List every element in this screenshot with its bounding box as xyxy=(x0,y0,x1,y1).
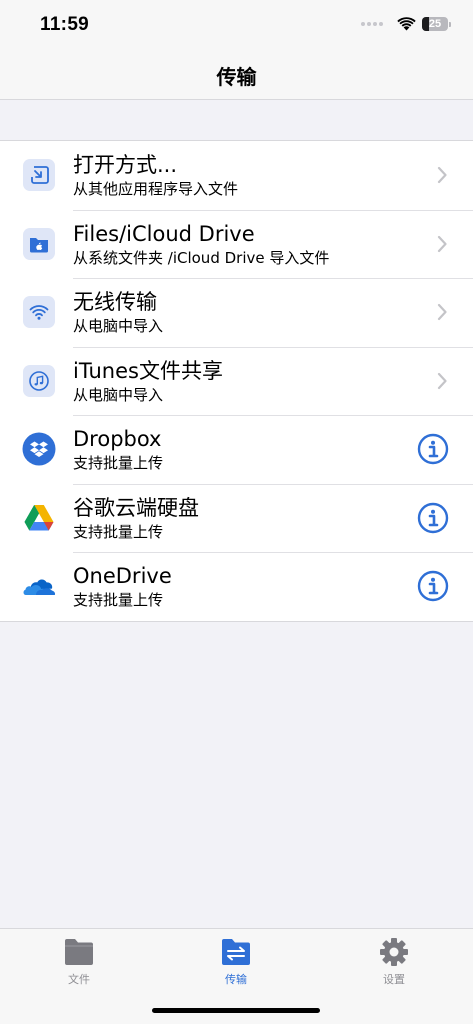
row-subtitle: 支持批量上传 xyxy=(73,454,164,472)
row-title: iTunes文件共享 xyxy=(73,358,223,383)
transfer-icon xyxy=(222,939,250,965)
row-subtitle: 从电脑中导入 xyxy=(73,385,164,404)
list-item-open-in[interactable]: 打开方式... 从其他应用程序导入文件 xyxy=(0,141,473,210)
navigation-bar: 传输 xyxy=(0,52,473,100)
info-button[interactable] xyxy=(417,433,449,465)
status-indicators: 25 xyxy=(361,17,451,31)
row-title: OneDrive xyxy=(73,564,172,588)
onedrive-icon xyxy=(22,569,56,603)
home-indicator xyxy=(152,1008,320,1013)
row-title: Dropbox xyxy=(73,427,162,451)
row-subtitle: 支持批量上传 xyxy=(73,591,164,609)
list-item-files-icloud[interactable]: Files/iCloud Drive 从系统文件夹 /iCloud Drive … xyxy=(0,209,473,279)
row-title: 打开方式... xyxy=(73,153,178,177)
battery-tip xyxy=(449,21,451,27)
row-title: 谷歌云端硬盘 xyxy=(73,495,199,520)
row-title: Files/iCloud Drive xyxy=(73,221,255,246)
info-button[interactable] xyxy=(417,502,449,534)
list-item-wireless-transfer[interactable]: 无线传输 从电脑中导入 xyxy=(0,278,473,347)
chevron-right-icon xyxy=(437,167,447,184)
dropbox-icon xyxy=(22,432,56,466)
tab-label: 设置 xyxy=(383,973,405,986)
battery-icon: 25 xyxy=(422,17,448,31)
tab-settings[interactable]: 设置 xyxy=(349,937,439,987)
tab-files[interactable]: 文件 xyxy=(34,937,124,987)
chevron-right-icon xyxy=(437,372,447,389)
music-note-icon xyxy=(22,364,56,398)
info-button[interactable] xyxy=(417,570,449,602)
transfer-options-list: 打开方式... 从其他应用程序导入文件 Files/iCloud Drive 从… xyxy=(0,140,473,622)
list-item-google-drive[interactable]: 谷歌云端硬盘 支持批量上传 xyxy=(0,483,473,553)
files-app-icon xyxy=(22,227,56,261)
row-title: 无线传输 xyxy=(73,290,157,314)
row-subtitle: 从系统文件夹 /iCloud Drive 导入文件 xyxy=(73,248,330,267)
gear-icon xyxy=(380,938,408,966)
page-title: 传输 xyxy=(216,65,257,89)
chevron-right-icon xyxy=(437,304,447,321)
tab-label: 文件 xyxy=(68,973,90,986)
list-item-itunes-sharing[interactable]: iTunes文件共享 从电脑中导入 xyxy=(0,346,473,416)
wifi-status-icon xyxy=(397,17,416,31)
tab-label: 传输 xyxy=(225,973,247,986)
cellular-signal-icon xyxy=(361,22,383,26)
wifi-icon xyxy=(22,295,56,329)
import-icon xyxy=(22,158,56,192)
battery-level: 25 xyxy=(428,18,442,30)
chevron-right-icon xyxy=(437,235,447,252)
list-item-dropbox[interactable]: Dropbox 支持批量上传 xyxy=(0,415,473,484)
google-drive-icon xyxy=(22,501,56,535)
row-subtitle: 支持批量上传 xyxy=(73,522,164,541)
row-subtitle: 从其他应用程序导入文件 xyxy=(73,180,239,198)
list-item-onedrive[interactable]: OneDrive 支持批量上传 xyxy=(0,552,473,621)
status-bar: 11:59 25 xyxy=(0,0,473,52)
tab-transfer[interactable]: 传输 xyxy=(191,937,281,987)
row-subtitle: 从电脑中导入 xyxy=(73,317,164,335)
status-time: 11:59 xyxy=(40,14,90,35)
folder-icon xyxy=(65,939,93,965)
